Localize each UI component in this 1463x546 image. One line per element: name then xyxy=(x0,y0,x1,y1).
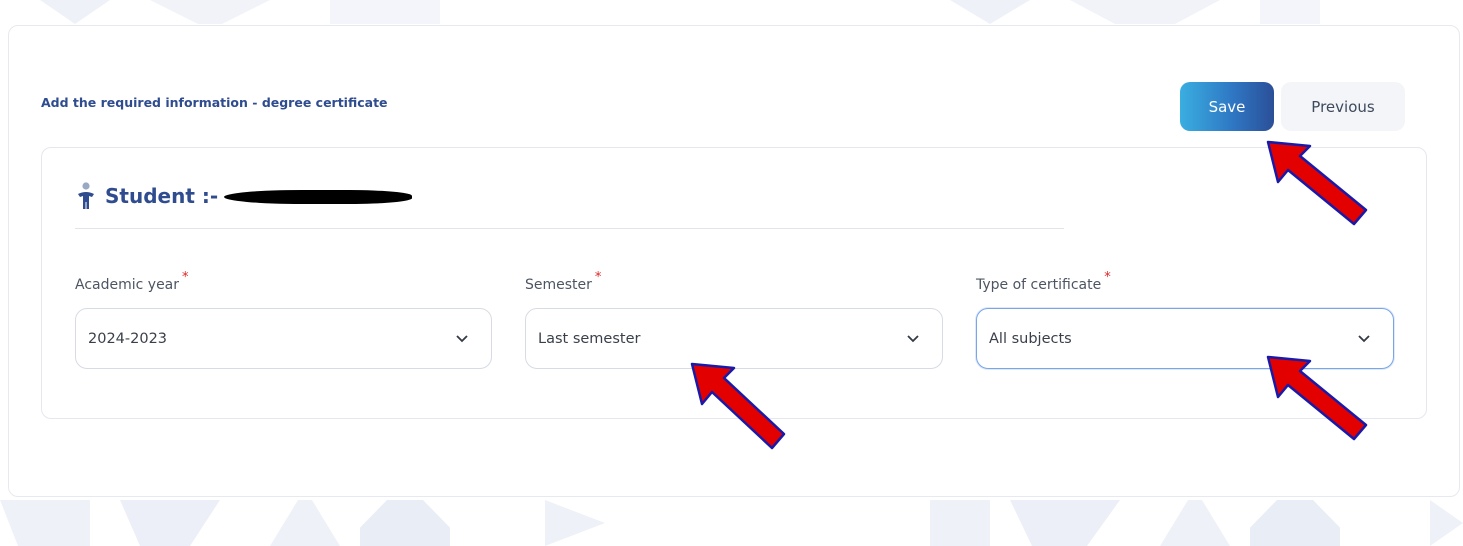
background-shape xyxy=(120,500,220,546)
student-header: Student :- xyxy=(75,178,413,214)
save-button[interactable]: Save xyxy=(1180,82,1274,131)
background-shape xyxy=(1250,500,1340,546)
semester-select[interactable]: Last semester xyxy=(525,308,943,369)
chevron-down-icon xyxy=(907,334,919,342)
semester-label: Semester * xyxy=(525,270,602,293)
certificate-type-select[interactable]: All subjects xyxy=(976,308,1394,369)
required-mark: * xyxy=(182,270,189,285)
chevron-down-icon xyxy=(1358,334,1370,342)
academic-year-label: Academic year * xyxy=(75,270,189,293)
background-shape xyxy=(270,500,340,546)
background-shape xyxy=(930,500,990,546)
redacted-student-name xyxy=(224,190,413,204)
certificate-type-label: Type of certificate * xyxy=(976,270,1111,293)
chevron-down-icon xyxy=(456,334,468,342)
person-icon xyxy=(78,182,94,209)
divider xyxy=(75,228,1064,229)
background-shape xyxy=(40,0,110,24)
semester-value: Last semester xyxy=(538,330,641,347)
background-shape xyxy=(1160,500,1230,546)
academic-year-select[interactable]: 2024-2023 xyxy=(75,308,492,369)
page-title: Add the required information - degree ce… xyxy=(41,95,388,110)
background-shape xyxy=(0,500,90,546)
background-shape xyxy=(1010,500,1120,546)
certificate-type-value: All subjects xyxy=(989,330,1072,347)
background-shape xyxy=(950,0,1030,24)
required-mark: * xyxy=(594,270,602,285)
background-shape xyxy=(1260,0,1320,24)
background-shape xyxy=(330,0,440,24)
student-label: Student :- xyxy=(105,184,219,208)
previous-button[interactable]: Previous xyxy=(1281,82,1405,131)
academic-year-value: 2024-2023 xyxy=(88,330,168,347)
background-shape xyxy=(150,0,270,24)
background-shape xyxy=(545,500,605,546)
required-mark: * xyxy=(1104,270,1111,285)
background-shape xyxy=(1430,500,1463,546)
background-shape xyxy=(360,500,450,546)
background-shape xyxy=(1070,0,1220,24)
